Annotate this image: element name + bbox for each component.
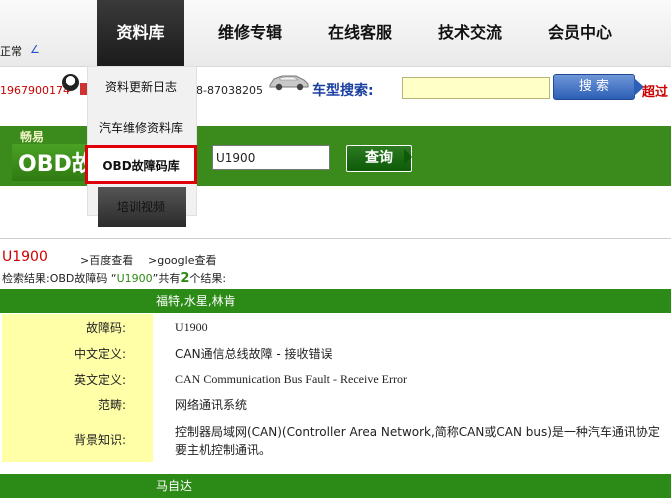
summary-middle: ”共有 [152,272,181,285]
row-label-cn-def: 中文定义: [73,347,126,361]
code-search-input[interactable]: U1900 [212,145,330,170]
row-value-category: 网络通讯系统 [175,398,248,412]
nav-item-online-service[interactable]: 在线客服 [315,0,405,66]
row-label-en-def: 英文定义: [73,373,126,387]
status-text: 正常 [0,45,22,58]
summary-code: U1900 [116,272,153,285]
baidu-link[interactable]: >百度查看 [80,252,133,268]
brand-title: OBD故 [18,152,94,177]
status-link[interactable]: ∠ [30,43,40,56]
divider [0,238,671,239]
dropdown-item-obd-codes[interactable]: OBD故障码库 [87,157,195,174]
query-arrow-icon [404,149,412,165]
row-label-code: 故障码: [85,321,126,335]
summary-suffix: 个结果: [189,272,227,285]
row-value-cn-def: CAN通信总线故障 - 接收错误 [175,347,333,361]
result-code-title: U1900 [2,249,48,265]
group-header-ford: 福特,水星,林肯 [0,289,671,313]
group-header-mazda: 马自达 [0,474,671,498]
group-header-label: 马自达 [156,479,193,493]
row-value-background: 控制器局域网(CAN)(Controller Area Network,简称CA… [175,425,660,457]
results-summary: 检索结果:OBD故障码 “U1900”共有2个结果: [2,270,226,286]
row-label-category: 范畴: [97,398,126,412]
contact-number: 8-87038205 [196,84,263,97]
group-header-label: 福特,水星,林肯 [156,294,236,308]
dropdown-item-repair-library[interactable]: 汽车维修资料库 [87,119,195,136]
row-label-background: 背景知识: [73,433,126,447]
phone-number: 1967900174 [0,84,70,97]
nav-item-repair-album[interactable]: 维修专辑 [205,0,295,66]
dropdown-item-training-video[interactable]: 培训视频 [87,198,195,215]
nav-item-member-center[interactable]: 会员中心 [535,0,625,66]
google-link[interactable]: >google查看 [148,252,216,268]
summary-prefix: 检索结果:OBD故障码 “ [2,272,117,285]
qq-icon[interactable] [62,74,79,91]
model-search-label: 车型搜索: [312,83,374,99]
car-icon [269,75,309,91]
dropdown-item-update-log[interactable]: 资料更新日志 [87,78,195,95]
nav-item-tech-exchange[interactable]: 技术交流 [425,0,515,66]
search-button[interactable]: 搜 索 [553,74,635,100]
row-value-code: U1900 [175,320,208,334]
brand-small: 畅易 [20,130,45,144]
query-button[interactable]: 查询 [346,145,412,172]
row-value-en-def: CAN Communication Bus Fault - Receive Er… [175,372,407,386]
nav-item-library[interactable]: 资料库 [97,0,184,66]
model-search-input[interactable] [402,77,550,99]
over-label: 超过 [642,85,669,100]
